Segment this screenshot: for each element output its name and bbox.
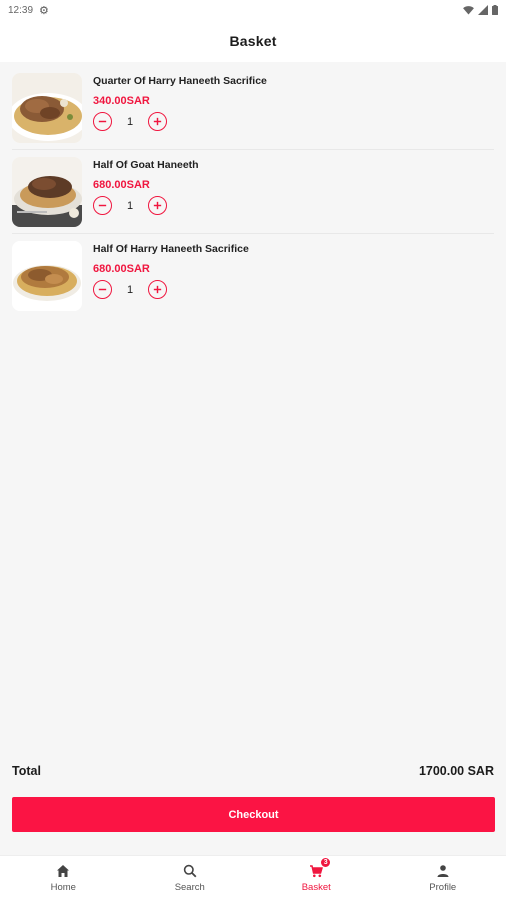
decrease-button[interactable] bbox=[93, 280, 112, 299]
status-icons bbox=[463, 5, 498, 15]
total-label: Total bbox=[12, 764, 41, 778]
person-icon bbox=[437, 865, 449, 877]
basket-item[interactable]: Half Of Goat Haneeth 680.00SAR 1 bbox=[12, 150, 494, 234]
nav-label: Home bbox=[50, 882, 76, 893]
dish-image bbox=[12, 157, 82, 227]
item-price: 680.00SAR bbox=[93, 263, 150, 275]
plus-icon bbox=[153, 285, 162, 294]
plus-icon bbox=[153, 201, 162, 210]
total-value: 1700.00 SAR bbox=[418, 764, 494, 778]
battery-icon bbox=[492, 5, 498, 15]
nav-profile[interactable]: Profile bbox=[380, 856, 506, 900]
total-row: Total 1700.00 SAR bbox=[12, 764, 494, 778]
settings-gear-icon: ⚙ bbox=[39, 4, 49, 17]
quantity-stepper: 1 bbox=[93, 280, 249, 299]
item-quantity: 1 bbox=[126, 115, 134, 128]
nav-search[interactable]: Search bbox=[127, 856, 254, 900]
item-quantity: 1 bbox=[126, 283, 134, 296]
minus-icon bbox=[98, 288, 107, 291]
basket-item[interactable]: Half Of Harry Haneeth Sacrifice 680.00SA… bbox=[12, 234, 494, 318]
dish-image bbox=[12, 241, 82, 311]
decrease-button[interactable] bbox=[93, 196, 112, 215]
checkout-button[interactable]: Checkout bbox=[12, 797, 495, 832]
basket-list: Quarter Of Harry Haneeth Sacrifice 340.0… bbox=[12, 66, 494, 318]
signal-icon bbox=[478, 5, 488, 15]
nav-home[interactable]: Home bbox=[0, 856, 127, 900]
quantity-stepper: 1 bbox=[93, 196, 199, 215]
item-quantity: 1 bbox=[126, 199, 134, 212]
nav-basket[interactable]: 3 Basket bbox=[253, 856, 380, 900]
bottom-nav: Home Search 3 Basket Profile bbox=[0, 855, 506, 900]
plus-icon bbox=[153, 117, 162, 126]
increase-button[interactable] bbox=[148, 280, 167, 299]
nav-label: Basket bbox=[301, 882, 331, 893]
minus-icon bbox=[98, 204, 107, 207]
status-bar: 12:39 ⚙ bbox=[0, 0, 506, 20]
nav-label: Search bbox=[174, 882, 205, 893]
search-icon bbox=[183, 864, 197, 878]
app-bar: Basket bbox=[0, 20, 506, 62]
dish-image bbox=[12, 73, 82, 143]
quantity-stepper: 1 bbox=[93, 112, 267, 131]
page-title: Basket bbox=[229, 33, 277, 49]
home-icon bbox=[57, 865, 70, 877]
decrease-button[interactable] bbox=[93, 112, 112, 131]
wifi-icon bbox=[463, 5, 474, 15]
minus-icon bbox=[98, 120, 107, 123]
increase-button[interactable] bbox=[148, 112, 167, 131]
item-price: 680.00SAR bbox=[93, 179, 150, 191]
increase-button[interactable] bbox=[148, 196, 167, 215]
item-price: 340.00SAR bbox=[93, 95, 150, 107]
status-time: 12:39 bbox=[8, 4, 34, 16]
basket-item[interactable]: Quarter Of Harry Haneeth Sacrifice 340.0… bbox=[12, 66, 494, 150]
item-name: Quarter Of Harry Haneeth Sacrifice bbox=[93, 75, 267, 87]
nav-label: Profile bbox=[429, 882, 457, 893]
item-name: Half Of Harry Haneeth Sacrifice bbox=[93, 243, 249, 255]
item-name: Half Of Goat Haneeth bbox=[93, 159, 199, 171]
cart-count-badge: 3 bbox=[320, 857, 332, 868]
